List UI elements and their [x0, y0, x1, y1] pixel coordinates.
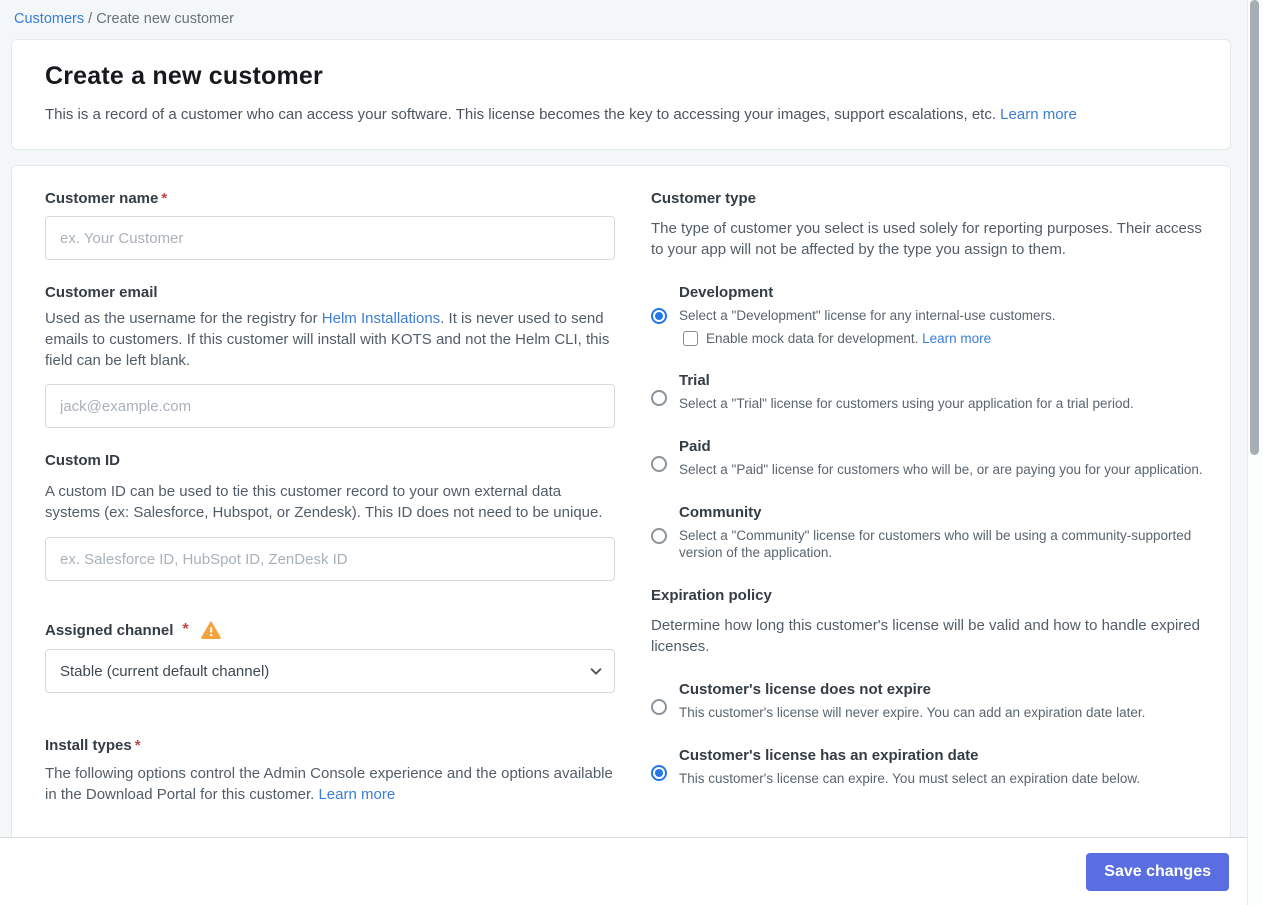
radio-development[interactable]: [651, 308, 667, 324]
custom-id-help: A custom ID can be used to tie this cust…: [45, 483, 603, 521]
option-title-community: Community: [679, 504, 762, 521]
required-asterisk: *: [134, 737, 141, 754]
customer-type-option-development: Development Select a "Development" licen…: [651, 282, 1206, 346]
customer-email-label: Customer email: [45, 284, 158, 301]
assigned-channel-label-row: Assigned channel *: [45, 621, 615, 639]
install-types-label-text: Install types: [45, 737, 132, 754]
option-title-trial: Trial: [679, 372, 710, 389]
option-title-development: Development: [679, 284, 774, 301]
mock-data-learn-more-link[interactable]: Learn more: [922, 331, 991, 346]
mock-data-checkbox[interactable]: [683, 331, 698, 346]
page-scrollbar-thumb[interactable]: [1250, 0, 1259, 455]
radio-trial[interactable]: [651, 390, 667, 406]
assigned-channel-label: Assigned channel: [45, 621, 174, 639]
mock-data-checkbox-label-text: Enable mock data for development.: [706, 331, 923, 346]
page-description-text: This is a record of a customer who can a…: [45, 106, 1001, 123]
customer-type-option-paid: Paid Select a "Paid" license for custome…: [651, 436, 1206, 478]
expiration-policy-description: Determine how long this customer's licen…: [651, 617, 1200, 655]
breadcrumb-separator: /: [84, 11, 97, 27]
page-description: This is a record of a customer who can a…: [34, 106, 1197, 123]
customer-name-input[interactable]: [45, 216, 615, 260]
assigned-channel-select[interactable]: Stable (current default channel): [45, 649, 615, 693]
header-learn-more-link[interactable]: Learn more: [1000, 106, 1077, 123]
mock-data-checkbox-label: Enable mock data for development. Learn …: [706, 331, 991, 346]
customer-email-help: Used as the username for the registry fo…: [45, 308, 615, 371]
customer-type-options: Development Select a "Development" licen…: [651, 282, 1208, 561]
form-left-column: Customer name* Customer email Used as th…: [45, 190, 615, 811]
option-title-no-expire: Customer's license does not expire: [679, 681, 931, 698]
option-desc-community: Select a "Community" license for custome…: [679, 528, 1192, 560]
expiration-option-no-expire: Customer's license does not expire This …: [651, 679, 1206, 721]
expiration-option-has-date: Customer's license has an expiration dat…: [651, 745, 1206, 787]
install-types-help: The following options control the Admin …: [45, 763, 615, 805]
option-desc-has-date: This customer's license can expire. You …: [679, 771, 1141, 786]
customer-name-label-text: Customer name: [45, 190, 159, 207]
option-title-has-date: Customer's license has an expiration dat…: [679, 747, 979, 764]
expiration-policy-options: Customer's license does not expire This …: [651, 679, 1208, 787]
breadcrumb-current: Create new customer: [96, 11, 235, 27]
install-types-learn-more-link[interactable]: Learn more: [318, 786, 395, 803]
save-changes-button[interactable]: Save changes: [1086, 852, 1229, 891]
customer-type-description: The type of customer you select is used …: [651, 220, 1202, 258]
breadcrumb-customers-link[interactable]: Customers: [14, 11, 84, 27]
radio-license-does-not-expire[interactable]: [651, 699, 667, 715]
customer-name-label: Customer name *: [45, 190, 615, 207]
custom-id-input[interactable]: [45, 537, 615, 581]
breadcrumb: Customers / Create new customer: [0, 0, 1263, 27]
customer-type-option-community: Community Select a "Community" license f…: [651, 502, 1206, 561]
form-right-column: Customer type The type of customer you s…: [651, 190, 1208, 811]
custom-id-label: Custom ID: [45, 452, 120, 469]
required-asterisk: *: [161, 190, 168, 207]
customer-email-input[interactable]: [45, 384, 615, 428]
radio-paid[interactable]: [651, 456, 667, 472]
option-desc-no-expire: This customer's license will never expir…: [679, 705, 1146, 720]
customer-type-title: Customer type: [651, 190, 757, 207]
install-types-label: Install types *: [45, 737, 615, 754]
option-title-paid: Paid: [679, 438, 711, 455]
page-scrollbar-track[interactable]: [1247, 0, 1263, 905]
helm-installations-link[interactable]: Helm Installations: [322, 310, 440, 327]
customer-form-card: Customer name* Customer email Used as th…: [11, 165, 1231, 839]
page-header-card: Create a new customer This is a record o…: [11, 39, 1231, 150]
mock-data-checkbox-row: Enable mock data for development. Learn …: [679, 331, 1206, 346]
radio-community[interactable]: [651, 528, 667, 544]
option-desc-development: Select a "Development" license for any i…: [679, 308, 1056, 323]
expiration-policy-title: Expiration policy: [651, 587, 772, 604]
radio-license-has-expiration[interactable]: [651, 765, 667, 781]
customer-type-option-trial: Trial Select a "Trial" license for custo…: [651, 370, 1206, 412]
footer-action-bar: Save changes: [0, 837, 1247, 905]
option-desc-trial: Select a "Trial" license for customers u…: [679, 396, 1134, 411]
option-desc-paid: Select a "Paid" license for customers wh…: [679, 462, 1203, 477]
warning-triangle-icon: [200, 621, 221, 639]
customer-email-help-text: Used as the username for the registry fo…: [45, 310, 322, 327]
required-asterisk: *: [182, 621, 189, 638]
page-title: Create a new customer: [45, 62, 323, 90]
